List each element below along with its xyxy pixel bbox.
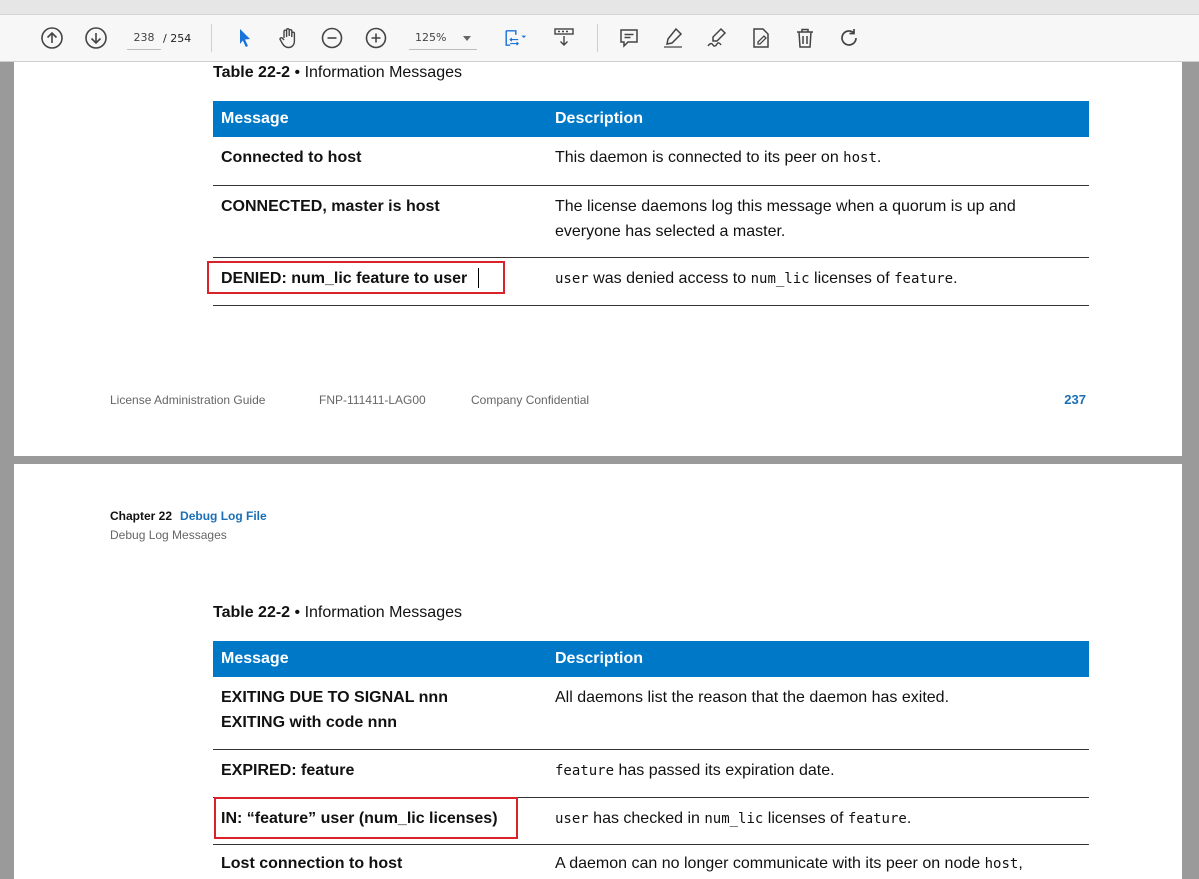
message-cell: EXITING DUE TO SIGNAL nnn EXITING with c… bbox=[221, 685, 448, 735]
desc-text: . bbox=[906, 810, 912, 827]
header-description: Description bbox=[555, 110, 644, 127]
description-cell: A daemon can no longer communicate with … bbox=[555, 851, 1075, 877]
desc-code: host bbox=[843, 150, 877, 166]
header-description: Description bbox=[555, 650, 644, 667]
pdf-page-238: Chapter 22 Debug Log File Debug Log Messa… bbox=[14, 464, 1182, 879]
message-cell: CONNECTED, master is host bbox=[221, 198, 440, 215]
header-message: Message bbox=[221, 110, 289, 127]
pdf-toolbar: 238 / 254 125% bbox=[0, 15, 1199, 62]
desc-code: host bbox=[984, 856, 1019, 872]
footer-confidential: Company Confidential bbox=[471, 393, 590, 407]
description-cell: All daemons list the reason that the dae… bbox=[555, 689, 950, 706]
desc-text: was denied access to bbox=[588, 270, 751, 287]
desc-line: The license daemons log this message whe… bbox=[555, 198, 1016, 215]
prev-page-icon[interactable] bbox=[38, 24, 66, 52]
page-total: / 254 bbox=[163, 31, 192, 45]
select-cursor-icon[interactable] bbox=[230, 24, 258, 52]
description-cell: user has checked in num_lic licenses of … bbox=[555, 806, 1075, 832]
footer-doc-id: FNP-111411-LAG00 bbox=[319, 393, 426, 407]
chapter-heading: Chapter 22 Debug Log File bbox=[110, 509, 267, 523]
desc-code: num_lic bbox=[750, 271, 810, 287]
table-row: EXITING DUE TO SIGNAL nnn EXITING with c… bbox=[213, 677, 1089, 750]
desc-line: everyone has selected a master. bbox=[555, 223, 786, 240]
table-title: • Information Messages bbox=[294, 64, 462, 81]
info-messages-table: Message Description EXITING DUE TO SIGNA… bbox=[213, 641, 1089, 879]
highlight-box bbox=[207, 261, 505, 294]
message-cell: EXPIRED: feature bbox=[221, 762, 355, 779]
desc-text: . bbox=[876, 149, 882, 166]
zoom-out-icon[interactable] bbox=[318, 24, 346, 52]
desc-code: user bbox=[555, 271, 589, 287]
desc-text: has passed its expiration date. bbox=[614, 762, 835, 779]
sign-icon[interactable] bbox=[703, 24, 731, 52]
table-number: Table 22-2 bbox=[213, 64, 291, 81]
message-line: EXITING with code nnn bbox=[221, 714, 397, 731]
zoom-in-icon[interactable] bbox=[362, 24, 390, 52]
table-row: Connected to host This daemon is connect… bbox=[213, 137, 1089, 186]
message-cell: Connected to host bbox=[221, 149, 362, 166]
zoom-value: 125% bbox=[415, 31, 447, 44]
description-cell: The license daemons log this message whe… bbox=[555, 194, 1075, 244]
desc-code: feature bbox=[847, 811, 907, 827]
footer-guide: License Administration Guide bbox=[110, 393, 266, 407]
page-number-value: 238 bbox=[133, 31, 155, 44]
page-number-input[interactable]: 238 bbox=[127, 26, 161, 50]
table-header: Message Description bbox=[213, 101, 1089, 137]
toolbar-divider bbox=[211, 24, 212, 52]
message-line: EXITING DUE TO SIGNAL nnn bbox=[221, 689, 448, 706]
highlight-box bbox=[214, 797, 518, 839]
scroll-mode-icon[interactable] bbox=[550, 24, 578, 52]
table-caption: Table 22-2 • Information Messages bbox=[213, 604, 462, 622]
table-title: • Information Messages bbox=[294, 604, 462, 621]
page-number: 237 bbox=[1064, 392, 1086, 407]
description-cell: user was denied access to num_lic licens… bbox=[555, 266, 1075, 292]
delete-icon[interactable] bbox=[791, 24, 819, 52]
desc-code: feature bbox=[555, 763, 615, 779]
comment-icon[interactable] bbox=[615, 24, 643, 52]
pdf-page-237: Table 22-2 • Information Messages Messag… bbox=[14, 62, 1182, 456]
table-caption: Table 22-2 • Information Messages bbox=[213, 64, 462, 82]
table-number: Table 22-2 bbox=[213, 604, 291, 621]
fit-page-icon[interactable] bbox=[497, 24, 533, 52]
desc-text: A daemon can no longer communicate with … bbox=[555, 855, 985, 872]
toolbar-divider bbox=[597, 24, 598, 52]
table-row: EXPIRED: feature feature has passed its … bbox=[213, 750, 1089, 798]
text-cursor bbox=[478, 268, 479, 288]
hand-tool-icon[interactable] bbox=[274, 24, 302, 52]
description-cell: This daemon is connected to its peer on … bbox=[555, 145, 1075, 171]
message-cell: Lost connection to host bbox=[221, 855, 403, 872]
table-header: Message Description bbox=[213, 641, 1089, 677]
desc-text: . bbox=[953, 270, 958, 287]
zoom-select[interactable]: 125% bbox=[409, 26, 477, 50]
header-message: Message bbox=[221, 650, 289, 667]
next-page-icon[interactable] bbox=[82, 24, 110, 52]
description-cell: feature has passed its expiration date. bbox=[555, 758, 1075, 784]
window-top-strip bbox=[0, 0, 1199, 15]
fill-sign-icon[interactable] bbox=[747, 24, 775, 52]
highlight-icon[interactable] bbox=[659, 24, 687, 52]
desc-code: feature bbox=[894, 271, 954, 287]
chapter-title-link[interactable]: Debug Log File bbox=[180, 509, 267, 523]
desc-code: user bbox=[555, 811, 589, 827]
desc-text: , bbox=[1018, 855, 1023, 872]
chapter-label: Chapter 22 bbox=[110, 509, 173, 523]
section-name: Debug Log Messages bbox=[110, 528, 227, 542]
desc-text: licenses of bbox=[809, 270, 895, 287]
rotate-icon[interactable] bbox=[835, 24, 863, 52]
table-row: Lost connection to host A daemon can no … bbox=[213, 845, 1089, 879]
desc-text: This daemon is connected to its peer on bbox=[555, 149, 844, 166]
desc-code: num_lic bbox=[704, 811, 764, 827]
chevron-down-icon bbox=[463, 36, 471, 41]
desc-text: has checked in bbox=[588, 810, 705, 827]
desc-text: licenses of bbox=[763, 810, 848, 827]
table-row: CONNECTED, master is host The license da… bbox=[213, 186, 1089, 258]
